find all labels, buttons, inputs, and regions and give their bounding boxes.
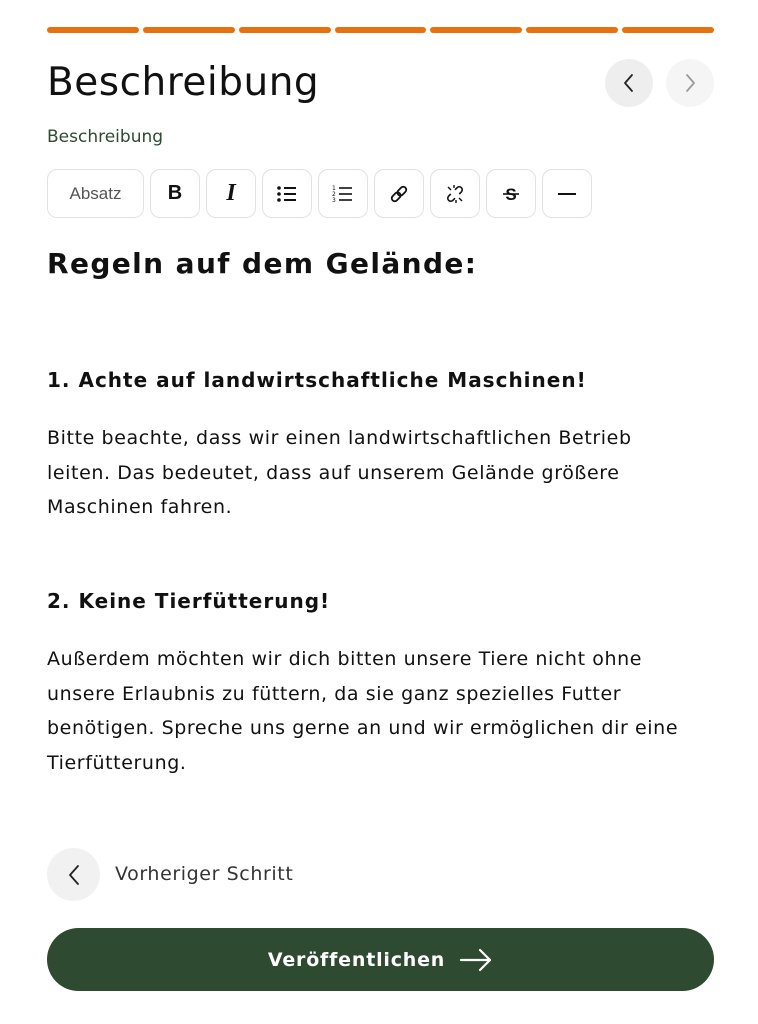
paragraph-line: Maschinen fahren.: [47, 496, 233, 518]
horizontal-rule-button[interactable]: [542, 169, 592, 218]
editor-toolbar: Absatz B I 1 2 3 S: [47, 169, 592, 218]
numbered-list-icon: 1 2 3: [332, 185, 352, 204]
page-title: Beschreibung: [47, 60, 320, 105]
chevron-left-icon: [68, 864, 79, 885]
progress-segment: [238, 27, 331, 33]
previous-button[interactable]: [605, 59, 653, 107]
progress-segment: [142, 27, 235, 33]
progress-bar: [47, 27, 715, 33]
numbered-list-button[interactable]: 1 2 3: [318, 169, 368, 218]
publish-button[interactable]: Veröffentlichen: [47, 928, 714, 991]
section-paragraph: Bitte beachte, dass wir einen landwirtsc…: [47, 421, 717, 525]
strikethrough-icon: S: [503, 185, 519, 204]
arrow-right-icon: [460, 948, 492, 971]
chevron-right-icon: [686, 74, 695, 92]
italic-button[interactable]: I: [206, 169, 256, 218]
publish-label: Veröffentlichen: [267, 948, 446, 971]
svg-text:3: 3: [332, 197, 336, 204]
section-title: 2. Keine Tierfütterung!: [47, 589, 331, 613]
paragraph-line: benötigen. Spreche uns gerne an und wir …: [47, 717, 679, 739]
strikethrough-button[interactable]: S: [486, 169, 536, 218]
previous-step-button[interactable]: [47, 848, 100, 901]
bold-button[interactable]: B: [150, 169, 200, 218]
paragraph-style-dropdown[interactable]: Absatz: [47, 169, 144, 218]
bullet-list-button[interactable]: [262, 169, 312, 218]
progress-segment: [334, 27, 427, 33]
paragraph-line: Außerdem möchten wir dich bitten unsere …: [47, 648, 643, 670]
horizontal-rule-icon: [558, 192, 576, 195]
progress-segment: [622, 27, 715, 33]
paragraph-line: unsere Erlaubnis zu füttern, da sie ganz…: [47, 682, 622, 705]
paragraph-line: Tierfütterung.: [47, 751, 187, 774]
bullet-list-icon: [277, 185, 296, 202]
section-title: 1. Achte auf landwirtschaftliche Maschin…: [47, 368, 587, 392]
paragraph-line: leiten. Das bedeutet, dass auf unserem G…: [47, 461, 620, 484]
progress-segment: [430, 27, 523, 33]
progress-segment: [47, 27, 139, 33]
chevron-left-icon: [624, 74, 633, 92]
unlink-icon: [446, 184, 464, 203]
link-button[interactable]: [374, 169, 424, 218]
previous-step-link[interactable]: Vorheriger Schritt: [115, 863, 293, 885]
unlink-button[interactable]: [430, 169, 480, 218]
progress-segment: [526, 27, 619, 33]
link-icon: [390, 185, 408, 202]
section-paragraph: Außerdem möchten wir dich bitten unsere …: [47, 642, 717, 780]
content-heading: Regeln auf dem Gelände:: [47, 247, 478, 280]
paragraph-line: Bitte beachte, dass wir einen landwirtsc…: [47, 427, 632, 449]
field-label: Beschreibung: [47, 127, 164, 147]
next-button[interactable]: [666, 59, 714, 107]
